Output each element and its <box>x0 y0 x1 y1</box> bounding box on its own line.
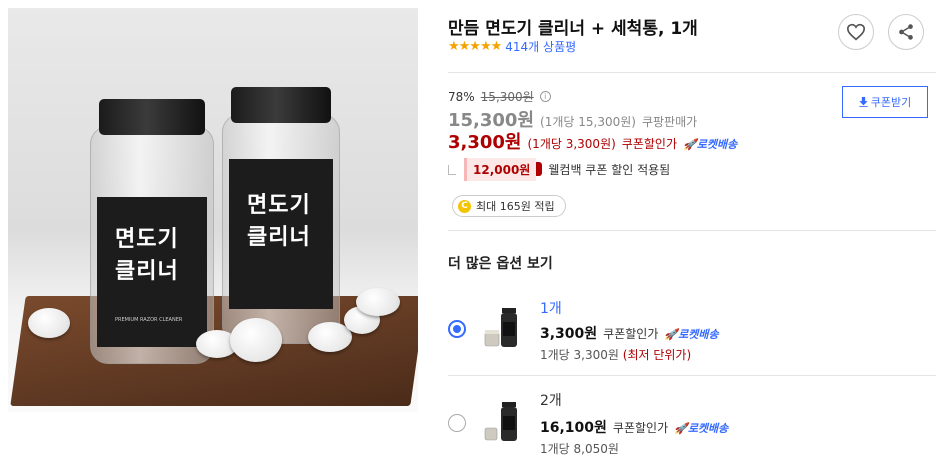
option-item[interactable]: 2개 16,100원 쿠폰할인가 🚀로켓배송 1개당 8,050원 <box>448 384 936 468</box>
option-item[interactable]: 1개 3,300원 쿠폰할인가 🚀로켓배송 1개당 3,300원 (최저 단위가… <box>448 290 936 374</box>
option-price-label: 쿠폰할인가 <box>612 421 669 435</box>
cleaner-jar-right: 면도기 클리너 <box>222 87 340 344</box>
rocket-delivery-badge: 🚀로켓배송 <box>674 422 729 435</box>
welcome-coupon-tag: 12,000원 <box>464 158 543 181</box>
discount-rate: 78% <box>448 89 475 104</box>
jar-label-line2: 클리너 <box>247 225 311 250</box>
coupon-price-label: 쿠폰할인가 <box>621 137 677 151</box>
star-rating-icon: ★★★★★ <box>448 39 502 54</box>
section-divider <box>448 230 936 231</box>
product-image[interactable]: 면도기 클리너 PREMIUM RAZOR CLEANER 면도기 클리너 <box>8 8 418 412</box>
option-radio[interactable] <box>448 414 466 432</box>
cleaner-tablet <box>230 318 282 362</box>
jar-cap <box>99 99 205 135</box>
cleaner-tablet <box>28 308 70 338</box>
cleaner-tablet <box>356 288 400 316</box>
original-price: 15,300원 <box>480 90 534 104</box>
download-coupon-button[interactable]: 쿠폰받기 <box>842 86 928 118</box>
option-name: 1개 <box>540 301 562 317</box>
option-radio[interactable] <box>448 320 466 338</box>
rocket-delivery-badge: 🚀로켓배송 <box>683 138 738 151</box>
option-unit-price: 1개당 8,050원 <box>540 442 619 456</box>
rocket-icon: 🚀 <box>664 328 679 341</box>
option-price: 3,300원 <box>540 326 598 342</box>
cleaner-jar-left: 면도기 클리너 PREMIUM RAZOR CLEANER <box>90 99 214 364</box>
welcome-coupon-text: 웰컴백 쿠폰 할인 적용됨 <box>548 163 671 177</box>
discount-row: 78% 15,300원 i <box>448 88 551 105</box>
jar-label: 면도기 클리너 PREMIUM RAZOR CLEANER <box>97 197 207 347</box>
jar-cap <box>231 87 331 123</box>
welcome-coupon-row: 12,000원 웰컴백 쿠폰 할인 적용됨 <box>448 158 670 181</box>
coupon-unit-price: (1개당 3,300원) <box>527 137 616 151</box>
lowest-unit-price-label: (최저 단위가) <box>622 348 692 362</box>
rocket-icon: 🚀 <box>683 138 697 151</box>
cashback-badge: C 최대 165원 적립 <box>452 195 566 217</box>
rating-row[interactable]: ★★★★★ 414개 상품평 <box>448 38 576 55</box>
option-unit-price: 1개당 3,300원 (최저 단위가) <box>540 348 692 362</box>
cash-coin-icon: C <box>458 199 471 213</box>
more-options-heading: 더 많은 옵션 보기 <box>448 256 553 272</box>
jar-label-line1: 면도기 <box>247 193 311 218</box>
option-thumbnail <box>484 308 517 347</box>
rocket-icon: 🚀 <box>674 422 688 435</box>
info-icon[interactable]: i <box>539 91 551 102</box>
jar-label: 면도기 클리너 <box>229 159 333 309</box>
option-price: 16,100원 <box>540 420 607 436</box>
coupon-price-row: 3,300원 (1개당 3,300원) 쿠폰할인가 🚀로켓배송 <box>448 128 737 154</box>
review-count-link[interactable]: 414개 상품평 <box>505 38 576 55</box>
jar-label-line1: 면도기 <box>115 227 179 252</box>
jar-label-line2: 클리너 <box>115 259 179 284</box>
section-divider <box>448 72 936 73</box>
share-button[interactable] <box>888 14 924 50</box>
share-icon <box>899 24 913 40</box>
coupon-button-label: 쿠폰받기 <box>870 96 912 109</box>
option-thumbnail <box>484 402 517 441</box>
option-price-row: 16,100원 쿠폰할인가 🚀로켓배송 <box>540 417 728 437</box>
coupon-price: 3,300원 <box>448 132 522 153</box>
download-icon <box>859 97 868 107</box>
option-name: 2개 <box>540 393 562 409</box>
option-price-row: 3,300원 쿠폰할인가 🚀로켓배송 <box>540 323 719 343</box>
product-info-panel: 만듬 면도기 클리너 + 세척통, 1개 ★★★★★ 414개 상품평 78% … <box>448 0 936 476</box>
product-title: 만듬 면도기 클리너 + 세척통, 1개 <box>448 19 698 39</box>
corner-connector <box>448 164 456 175</box>
rocket-delivery-badge: 🚀로켓배송 <box>664 328 719 341</box>
option-divider <box>448 375 936 376</box>
heart-icon <box>846 23 866 41</box>
option-price-label: 쿠폰할인가 <box>603 327 659 341</box>
jar-label-small: PREMIUM RAZOR CLEANER <box>115 317 183 323</box>
wishlist-button[interactable] <box>838 14 874 50</box>
cashback-text: 최대 165원 적립 <box>476 200 555 213</box>
